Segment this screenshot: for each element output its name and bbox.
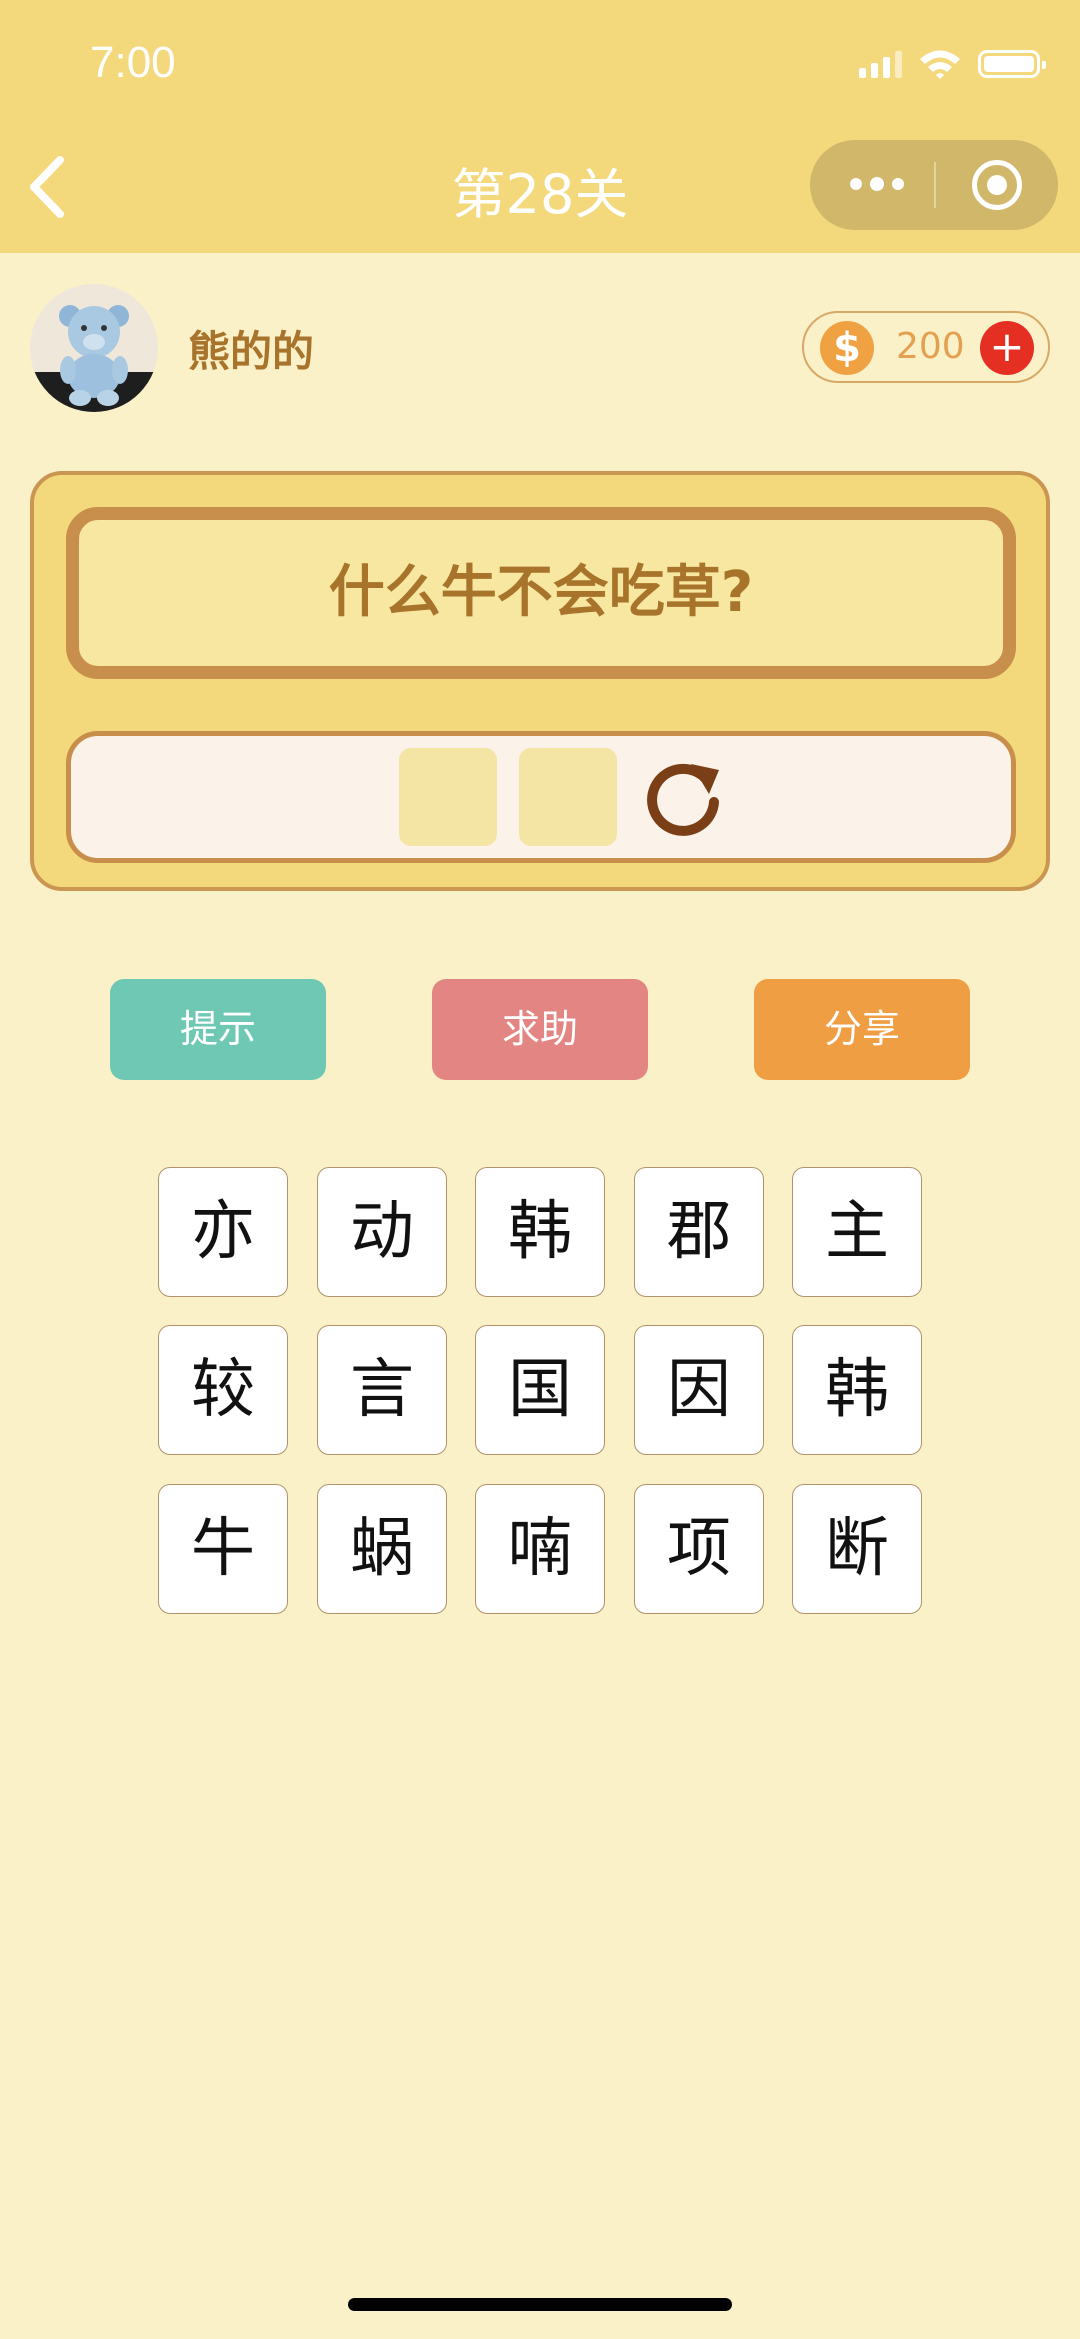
question-text: 什么牛不会吃草? <box>328 560 754 625</box>
more-dots-icon[interactable] <box>850 177 904 191</box>
character-tile[interactable]: 韩 <box>475 1167 605 1297</box>
character-tile[interactable]: 项 <box>634 1484 764 1614</box>
username: 熊的的 <box>188 327 315 376</box>
add-coins-button[interactable]: + <box>980 321 1034 375</box>
character-tile[interactable]: 喃 <box>475 1484 605 1614</box>
character-tile[interactable]: 言 <box>317 1325 447 1455</box>
question-panel: 什么牛不会吃草? <box>30 471 1050 891</box>
battery-icon <box>978 50 1046 78</box>
answer-slot[interactable] <box>399 748 497 846</box>
share-button[interactable]: 分享 <box>754 979 970 1080</box>
refresh-icon[interactable] <box>639 754 727 842</box>
signal-icon <box>859 50 902 78</box>
character-tile[interactable]: 郡 <box>634 1167 764 1297</box>
character-tile[interactable]: 主 <box>792 1167 922 1297</box>
top-bar: 7:00 第28关 <box>0 0 1080 253</box>
capsule-divider <box>934 162 936 208</box>
coin-count: 200 <box>896 326 965 367</box>
character-tile[interactable]: 断 <box>792 1484 922 1614</box>
answer-box <box>66 731 1016 863</box>
status-time: 7:00 <box>90 38 176 87</box>
teddy-bear-avatar <box>30 284 158 412</box>
hint-button[interactable]: 提示 <box>110 979 326 1080</box>
coin-balance: $ 200 + <box>802 311 1050 383</box>
character-tile[interactable]: 因 <box>634 1325 764 1455</box>
character-tile[interactable]: 国 <box>475 1325 605 1455</box>
character-tile[interactable]: 蜗 <box>317 1484 447 1614</box>
status-icons <box>859 44 1046 84</box>
avatar <box>30 284 158 412</box>
character-tile[interactable]: 牛 <box>158 1484 288 1614</box>
character-tile[interactable]: 较 <box>158 1325 288 1455</box>
target-icon[interactable] <box>972 160 1022 210</box>
character-tile[interactable]: 韩 <box>792 1325 922 1455</box>
home-indicator <box>348 2298 732 2311</box>
character-tile[interactable]: 亦 <box>158 1167 288 1297</box>
wifi-icon <box>920 50 960 79</box>
question-box: 什么牛不会吃草? <box>66 507 1016 679</box>
mini-program-capsule <box>810 140 1058 230</box>
dollar-coin-icon: $ <box>820 321 874 375</box>
help-button[interactable]: 求助 <box>432 979 648 1080</box>
character-tile[interactable]: 动 <box>317 1167 447 1297</box>
answer-slot[interactable] <box>519 748 617 846</box>
